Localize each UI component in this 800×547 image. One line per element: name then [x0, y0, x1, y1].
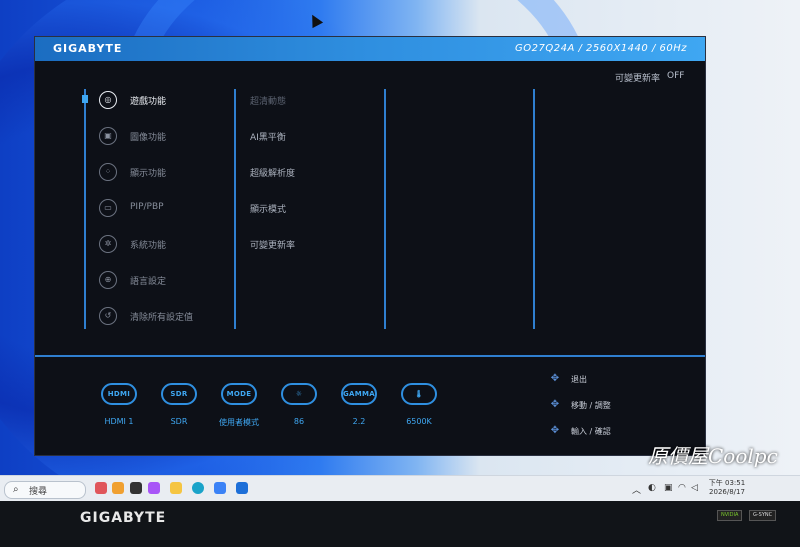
taskbar-store-icon[interactable]	[214, 482, 226, 494]
taskbar-app-icon[interactable]	[112, 482, 124, 494]
osd-menu-label: 圖像功能	[130, 133, 167, 143]
brightness-icon: ☼	[281, 383, 317, 405]
menu-scroll-track	[84, 89, 86, 329]
gsync-badge: G-SYNC	[749, 510, 777, 521]
clock-date: 2026/8/17	[709, 488, 745, 496]
osd-status-item: HDMI	[101, 383, 141, 407]
osd-menu-label: 顯示功能	[130, 169, 167, 179]
bezel-brand-logo: GIGABYTE	[80, 510, 167, 526]
monitor-osd-panel: GIGABYTE GO27Q24A / 2560X1440 / 60Hz 可變更…	[34, 36, 706, 456]
osd-status-value: 6500K	[406, 417, 432, 426]
osd-key-hint: ✥ 輸入 / 確認	[549, 425, 659, 437]
osd-key-hint-label: 移動 / 調整	[571, 401, 611, 410]
osd-submenu-item[interactable]: 超清動態	[250, 94, 286, 107]
osd-key-hint-label: 退出	[571, 375, 587, 384]
osd-header: GIGABYTE GO27Q24A / 2560X1440 / 60Hz	[35, 37, 705, 61]
osd-menu-label: 語言設定	[130, 277, 167, 287]
search-icon: ⌕	[13, 484, 19, 495]
taskbar-clock[interactable]: 下午 03:51 2026/8/17	[707, 479, 747, 497]
windows-taskbar: ⌕ 搜尋 ︿ ◐ ▣ ◠ ◁ 下午 03:51 2026/8/17	[0, 475, 800, 502]
gear-icon: ✲	[99, 235, 117, 253]
osd-menu-item[interactable]: ↺ 清除所有設定值	[99, 307, 229, 327]
taskbar-copilot-icon[interactable]	[148, 482, 160, 494]
osd-menu-label: 系統功能	[130, 241, 167, 251]
osd-status-item: GAMMA	[341, 383, 381, 407]
reset-icon: ↺	[99, 307, 117, 325]
taskbar-outlook-icon[interactable]	[236, 482, 248, 494]
osd-submenu-item[interactable]: AI黑平衡	[250, 130, 286, 143]
tray-app-icon[interactable]: ▣	[664, 483, 673, 493]
osd-vrr-value: OFF	[667, 71, 685, 81]
nvidia-badge: NVIDIA	[717, 510, 743, 521]
tray-chevron-icon[interactable]: ︿	[632, 483, 641, 496]
osd-submenu-item[interactable]: 顯示模式	[250, 202, 286, 215]
taskbar-edge-icon[interactable]	[192, 482, 204, 494]
sdr-icon: SDR	[161, 383, 197, 405]
taskbar-app-icon[interactable]	[95, 482, 107, 494]
osd-status-value: SDR	[170, 417, 188, 426]
gamepad-icon: ◎	[99, 91, 117, 109]
taskbar-search-placeholder: 搜尋	[29, 487, 48, 497]
osd-menu-item[interactable]: ⁘ 顯示功能	[99, 163, 229, 183]
osd-menu-item[interactable]: ▭ PIP/PBP	[99, 199, 229, 219]
column-divider-3	[533, 89, 535, 329]
osd-menu-item[interactable]: ◎ 遊戲功能	[99, 91, 229, 111]
gamma-icon: GAMMA	[341, 383, 377, 405]
color-temperature-icon: 🌡	[401, 383, 437, 405]
mode-icon: MODE	[221, 383, 257, 405]
osd-status-separator	[35, 355, 705, 357]
osd-submenu-item[interactable]: 可變更新率	[250, 238, 295, 251]
osd-status-value: 使用者模式	[219, 418, 259, 427]
taskbar-app-icon[interactable]	[130, 482, 142, 494]
osd-status-value: 86	[293, 417, 305, 426]
osd-status-value: HDMI 1	[104, 417, 134, 426]
globe-icon: ⊕	[99, 271, 117, 289]
osd-status-item: MODE	[221, 383, 261, 407]
menu-scroll-marker	[82, 95, 88, 103]
osd-menu-label: 遊戲功能	[130, 97, 167, 107]
watermark-logo: 原價屋Coolpc	[648, 444, 778, 468]
pip-icon: ▭	[99, 199, 117, 217]
osd-menu-item[interactable]: ✲ 系統功能	[99, 235, 229, 255]
column-divider-1	[234, 89, 236, 329]
osd-model-info: GO27Q24A / 2560X1440 / 60Hz	[515, 43, 687, 54]
display-icon: ⁘	[99, 163, 117, 181]
osd-menu-item[interactable]: ▣ 圖像功能	[99, 127, 229, 147]
osd-vrr-label: 可變更新率	[615, 74, 661, 84]
speaker-icon[interactable]: ◁	[691, 483, 698, 493]
hdmi-icon: HDMI	[101, 383, 137, 405]
osd-key-hint: ✥ 退出	[549, 373, 659, 385]
clock-time: 下午 03:51	[708, 479, 746, 487]
joystick-exit-icon: ✥	[550, 373, 560, 384]
joystick-move-icon: ✥	[550, 399, 560, 410]
osd-status-item: ☼	[281, 383, 321, 407]
joystick-enter-icon: ✥	[550, 425, 560, 436]
osd-status-item: 🌡	[401, 383, 441, 407]
osd-brand-logo: GIGABYTE	[53, 42, 123, 55]
osd-menu-label: PIP/PBP	[130, 202, 164, 212]
osd-key-hint-label: 輸入 / 確認	[571, 427, 611, 436]
osd-menu-item[interactable]: ⊕ 語言設定	[99, 271, 229, 291]
tray-app-icon[interactable]: ◐	[648, 483, 656, 493]
osd-status-value: 2.2	[352, 417, 366, 426]
photo-scene: GIGABYTE GO27Q24A / 2560X1440 / 60Hz 可變更…	[0, 0, 800, 547]
osd-key-hint: ✥ 移動 / 調整	[549, 399, 659, 411]
taskbar-search-box[interactable]: ⌕ 搜尋	[4, 481, 86, 499]
osd-submenu-item[interactable]: 超級解析度	[250, 166, 295, 179]
wifi-icon[interactable]: ◠	[678, 483, 686, 493]
osd-status-item: SDR	[161, 383, 201, 407]
picture-icon: ▣	[99, 127, 117, 145]
column-divider-2	[384, 89, 386, 329]
taskbar-folder-icon[interactable]	[170, 482, 182, 494]
osd-menu-label: 清除所有設定值	[130, 313, 194, 323]
